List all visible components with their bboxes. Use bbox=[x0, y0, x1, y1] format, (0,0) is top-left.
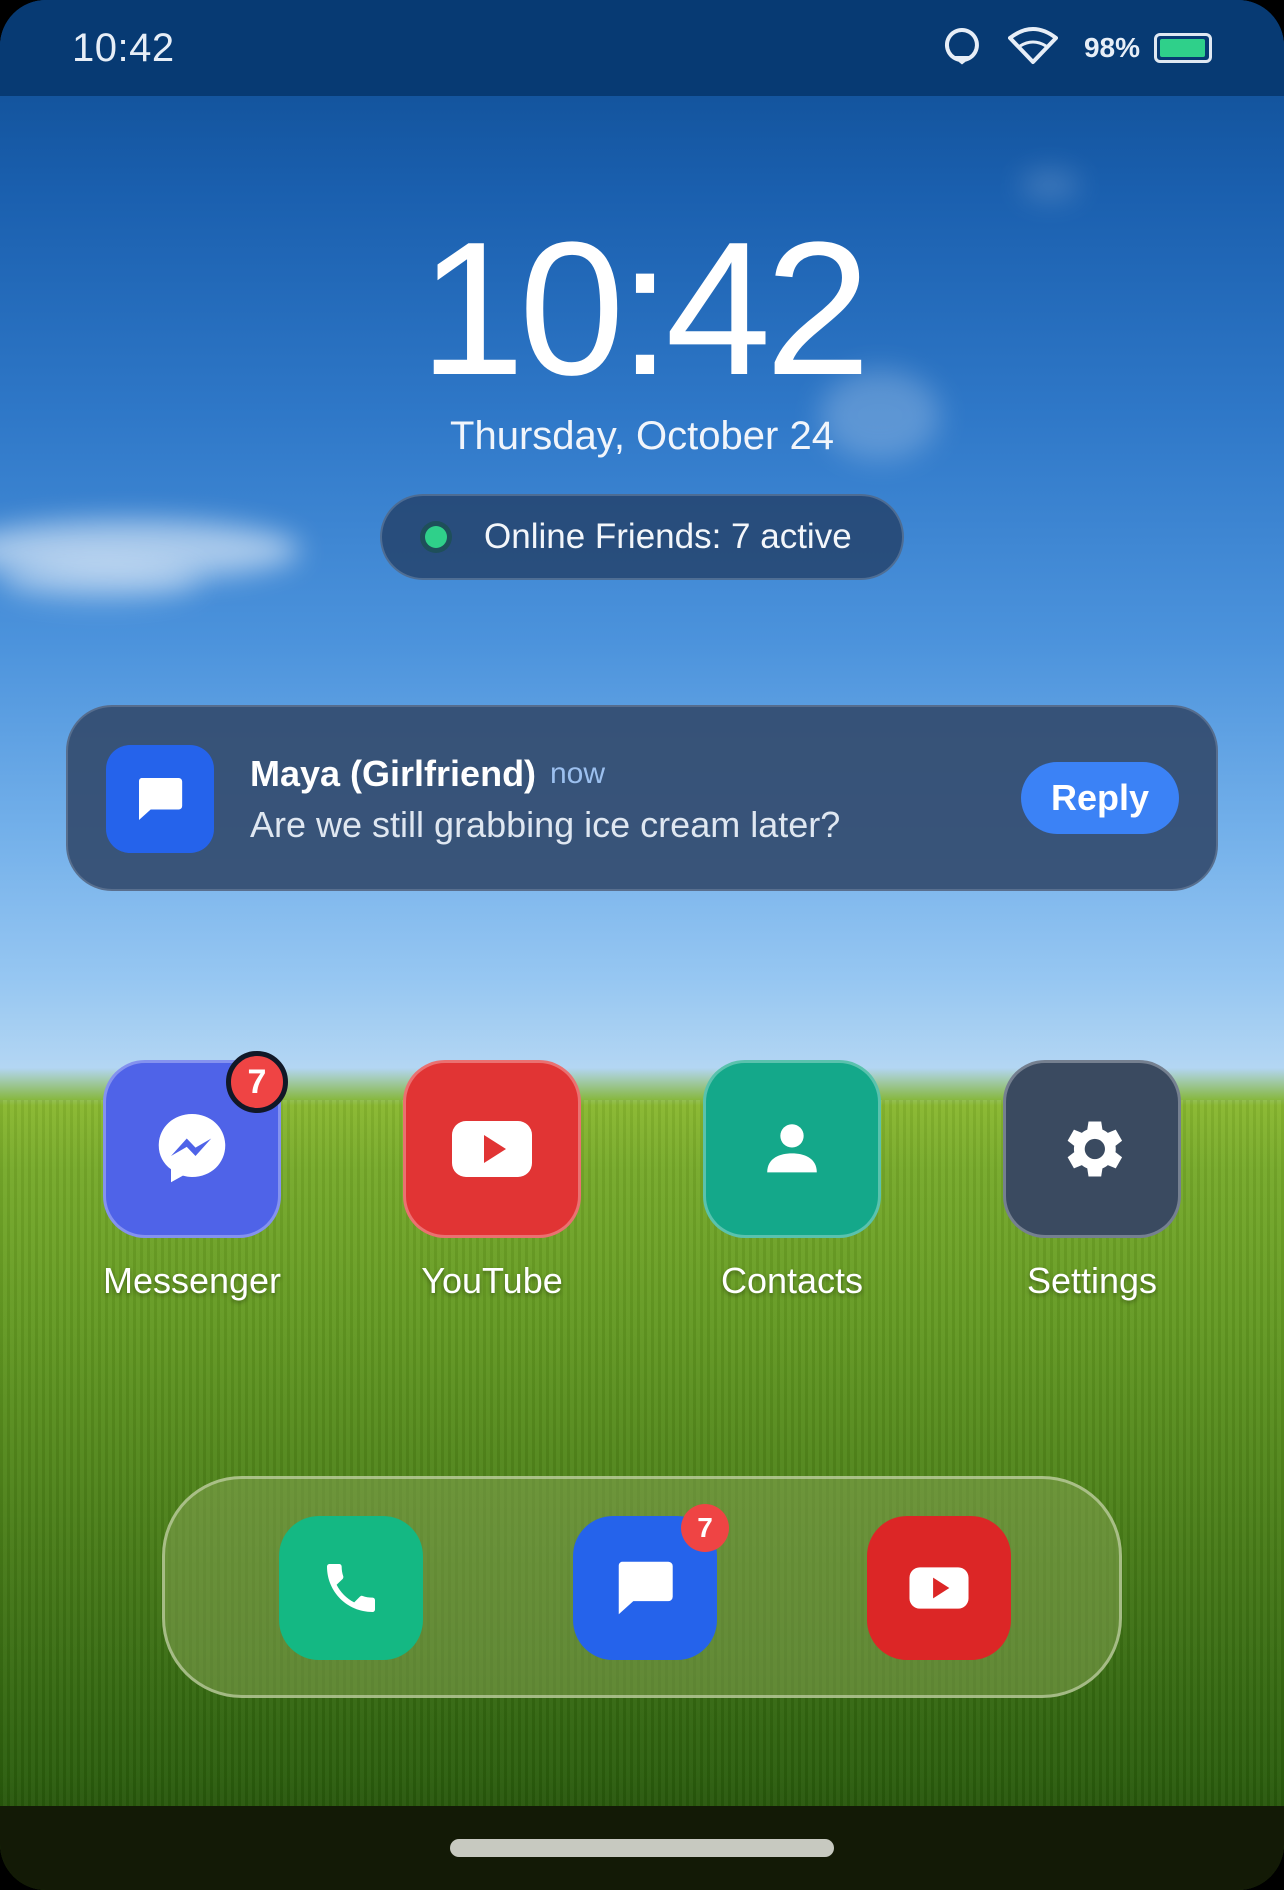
dock-phone[interactable] bbox=[279, 1516, 423, 1660]
dock-youtube[interactable] bbox=[867, 1516, 1011, 1660]
cloud bbox=[0, 560, 200, 600]
circle-status-icon bbox=[942, 26, 982, 71]
battery-percent: 98% bbox=[1083, 32, 1140, 63]
status-bar: 10:42 98% bbox=[0, 0, 1284, 96]
person-icon bbox=[767, 1124, 817, 1173]
cloud bbox=[1020, 170, 1080, 200]
phone-screen: 10:42 98% 10:42 Thursday, October 24 Onl… bbox=[0, 0, 1284, 1890]
phone-icon bbox=[327, 1564, 375, 1612]
app-label: Messenger bbox=[102, 1260, 282, 1301]
home-indicator[interactable] bbox=[450, 1839, 834, 1857]
messenger-icon bbox=[158, 1114, 226, 1183]
notification-time: now bbox=[550, 757, 606, 790]
notification-sender: Maya (Girlfriend) bbox=[250, 753, 537, 794]
app-label: Settings bbox=[1026, 1260, 1158, 1301]
online-status-icon bbox=[420, 521, 452, 553]
online-friends-text: Online Friends: 7 active bbox=[484, 517, 852, 556]
online-friends-pill[interactable]: Online Friends: 7 active bbox=[380, 494, 904, 580]
messages-badge: 7 bbox=[681, 1504, 729, 1552]
reply-button[interactable]: Reply bbox=[1021, 762, 1179, 834]
messenger-badge: 7 bbox=[226, 1051, 288, 1113]
app-messenger[interactable]: 7 Messenger bbox=[42, 1051, 342, 1302]
youtube-play-icon bbox=[909, 1567, 969, 1609]
app-contacts[interactable]: Contacts bbox=[642, 1060, 942, 1302]
chat-bubble-icon bbox=[618, 1561, 673, 1615]
contacts-app-tile[interactable] bbox=[703, 1060, 881, 1238]
status-time: 10:42 bbox=[72, 25, 175, 70]
settings-app-tile[interactable] bbox=[1003, 1060, 1181, 1238]
notification-message: Are we still grabbing ice cream later? bbox=[250, 804, 841, 845]
status-icons: 98% bbox=[942, 26, 1212, 71]
youtube-play-icon bbox=[452, 1121, 532, 1177]
app-label: Contacts bbox=[720, 1260, 864, 1301]
gear-icon bbox=[1067, 1121, 1123, 1177]
lock-date: Thursday, October 24 bbox=[450, 414, 834, 458]
app-dock: 7 bbox=[162, 1476, 1122, 1698]
chat-bubble-icon bbox=[106, 745, 214, 853]
navigation-bar bbox=[0, 1806, 1284, 1890]
app-settings[interactable]: Settings bbox=[942, 1060, 1242, 1302]
dock-messages[interactable]: 7 bbox=[573, 1504, 729, 1660]
app-label: YouTube bbox=[421, 1260, 563, 1301]
battery-icon bbox=[1154, 33, 1212, 63]
battery-fill bbox=[1160, 39, 1206, 57]
youtube-app-tile[interactable] bbox=[403, 1060, 581, 1238]
app-youtube[interactable]: YouTube bbox=[342, 1060, 642, 1302]
wifi-icon bbox=[1007, 26, 1058, 71]
message-notification[interactable]: Maya (Girlfriend) now Are we still grabb… bbox=[66, 705, 1218, 891]
lock-clock: 10:42 bbox=[419, 203, 870, 415]
messenger-app-tile[interactable]: 7 bbox=[103, 1051, 288, 1238]
